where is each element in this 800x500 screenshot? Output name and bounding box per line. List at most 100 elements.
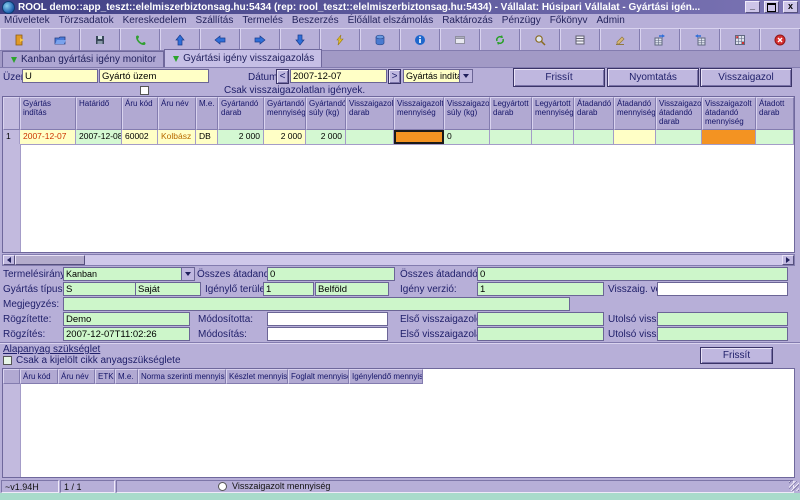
print-button[interactable]: Nyomtatás: [607, 68, 699, 87]
toolbar-table-import-button[interactable]: [640, 29, 680, 50]
gyartas-tipus-name-field[interactable]: [135, 282, 201, 296]
table-cell[interactable]: 0: [444, 130, 490, 144]
toolbar-grid-button[interactable]: [560, 29, 600, 50]
minimize-button[interactable]: _: [745, 1, 760, 13]
column-header[interactable]: Visszaigazolt mennyiség: [394, 97, 444, 130]
toolbar-refresh-button[interactable]: [480, 29, 520, 50]
column-header[interactable]: Átadandó mennyiség: [614, 97, 656, 130]
table-cell[interactable]: [656, 130, 702, 144]
toolbar-save-button[interactable]: [80, 29, 120, 50]
igenylo-terulet-code-field[interactable]: [263, 282, 314, 296]
column-header[interactable]: Áru kód: [20, 369, 58, 384]
selected-item-only-checkbox[interactable]: [3, 356, 12, 365]
table-cell[interactable]: 60002: [122, 130, 158, 144]
column-header[interactable]: Visszaigazolt súly (kg): [444, 97, 490, 130]
table-cell[interactable]: 2 000: [306, 130, 346, 144]
restore-button[interactable]: [764, 1, 779, 13]
rogzites-field[interactable]: [63, 327, 190, 341]
date-input[interactable]: [290, 69, 387, 83]
elso-visszaigazolo-field[interactable]: [477, 312, 604, 326]
column-header[interactable]: Készlet mennyiség: [226, 369, 288, 384]
scroll-right-button[interactable]: [782, 255, 794, 265]
column-header[interactable]: M.e.: [196, 97, 218, 130]
table-cell[interactable]: [490, 130, 532, 144]
toolbar-search-button[interactable]: [520, 29, 560, 50]
mode-combobox[interactable]: Gyártás indítás: [403, 69, 473, 83]
menu-fokonyv[interactable]: Főkönyv: [550, 15, 588, 27]
menu-admin[interactable]: Admin: [597, 15, 625, 27]
column-header[interactable]: Átadott darab: [756, 97, 794, 130]
column-header[interactable]: Igénylendő mennyiség: [349, 369, 423, 384]
osszes-atadando-darab-field[interactable]: [267, 267, 395, 281]
combo-arrow-button[interactable]: [459, 70, 472, 82]
horizontal-scrollbar[interactable]: [2, 254, 795, 266]
uzem-code-input[interactable]: [22, 69, 98, 83]
menu-kereskedelem[interactable]: Kereskedelem: [123, 15, 187, 27]
toolbar-cancel-button[interactable]: [760, 29, 800, 50]
table-cell[interactable]: Kolbász: [158, 130, 196, 144]
table-cell[interactable]: [794, 130, 795, 144]
toolbar-table-remove-button[interactable]: [720, 29, 760, 50]
row-number-cell[interactable]: 1: [3, 130, 20, 144]
menu-beszerzes[interactable]: Beszerzés: [292, 15, 339, 27]
scroll-left-button[interactable]: [3, 255, 15, 265]
toolbar-exit-button[interactable]: [0, 29, 40, 50]
alapanyag-table[interactable]: Áru kód Áru név ETK. M.e. Norma szerinti…: [2, 368, 795, 478]
column-header[interactable]: Áru kód: [122, 97, 158, 130]
table-cell[interactable]: [532, 130, 574, 144]
toolbar-down-button[interactable]: [280, 29, 320, 50]
combo-arrow-button[interactable]: [181, 268, 194, 280]
utolso-visszaig-field[interactable]: [657, 312, 788, 326]
column-header[interactable]: M.e.: [115, 369, 138, 384]
elso-visszaigazolas-field[interactable]: [477, 327, 604, 341]
table-row[interactable]: 1 2007-12-07 2007-12-08 60002 Kolbász DB…: [3, 130, 795, 145]
column-header[interactable]: Gyártandó mennyiség: [264, 97, 306, 130]
column-header[interactable]: Visszaigazolt darab: [346, 97, 394, 130]
uzem-name-input[interactable]: [99, 69, 209, 83]
toolbar-forward-button[interactable]: [240, 29, 280, 50]
unconfirmed-only-checkbox[interactable]: [140, 86, 149, 95]
column-header[interactable]: Áru név: [58, 369, 95, 384]
modositotta-field[interactable]: [267, 312, 388, 326]
visszaig-verzio-field[interactable]: [657, 282, 788, 296]
toolbar-open-button[interactable]: [40, 29, 80, 50]
menu-termeles[interactable]: Termelés: [242, 15, 283, 27]
table-cell[interactable]: [346, 130, 394, 144]
table-cell[interactable]: DB: [196, 130, 218, 144]
table-cell[interactable]: 2 000: [218, 130, 264, 144]
column-header[interactable]: Áru név: [158, 97, 196, 130]
toolbar-edit-button[interactable]: [320, 29, 360, 50]
resize-grip[interactable]: [789, 481, 799, 491]
orders-table[interactable]: Gyártás indítás Határidő Áru kód Áru név…: [2, 96, 795, 253]
column-header[interactable]: Visszaigazolt átadandó mennyiség: [702, 97, 756, 130]
scrollbar-thumb[interactable]: [15, 255, 85, 265]
confirm-button[interactable]: Visszaigazol: [700, 68, 792, 87]
menu-muveletek[interactable]: Műveletek: [4, 15, 50, 27]
tab-kanban-monitor[interactable]: Kanban gyártási igény monitor: [2, 51, 164, 67]
column-header[interactable]: Gyártandó darab: [218, 97, 264, 130]
menu-penzugy[interactable]: Pénzügy: [502, 15, 541, 27]
termelesiranyitas-combobox[interactable]: Kanban: [63, 267, 195, 281]
toolbar-up-button[interactable]: [160, 29, 200, 50]
igenylo-terulet-name-field[interactable]: [315, 282, 389, 296]
close-button[interactable]: x: [783, 1, 798, 13]
table-cell[interactable]: [574, 130, 614, 144]
table-cell[interactable]: [614, 130, 656, 144]
table-cell[interactable]: [756, 130, 794, 144]
visszaigazolt-mennyiseg-radio[interactable]: [218, 482, 227, 491]
selected-cell[interactable]: [394, 130, 444, 144]
osszes-atadando-menny-field[interactable]: [477, 267, 788, 281]
column-header[interactable]: Gyártás indítás: [20, 97, 76, 130]
refresh-button[interactable]: Frissít: [513, 68, 605, 87]
menu-eloallat-elszamolas[interactable]: Élőállat elszámolás: [348, 15, 434, 27]
column-header[interactable]: Átadandó darab: [574, 97, 614, 130]
column-header[interactable]: Visszaigazolt átadandó darab: [656, 97, 702, 130]
table-cell[interactable]: 2007-12-07: [20, 130, 76, 144]
toolbar-back-button[interactable]: [200, 29, 240, 50]
column-header[interactable]: Foglalt mennyiség: [288, 369, 349, 384]
gyartas-tipus-code-field[interactable]: [63, 282, 136, 296]
rogzitette-field[interactable]: [63, 312, 190, 326]
utolso-visszaig2-field[interactable]: [657, 327, 788, 341]
menu-raktarozas[interactable]: Raktározás: [442, 15, 493, 27]
igeny-verzio-field[interactable]: [477, 282, 604, 296]
